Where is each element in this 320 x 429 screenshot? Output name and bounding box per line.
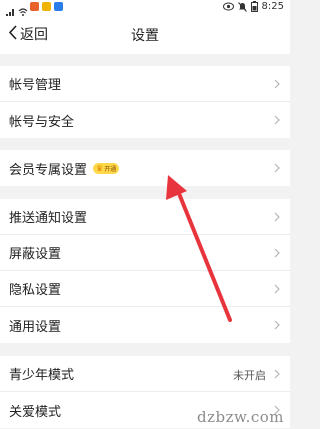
status-right-icons: 8:25 (222, 1, 284, 12)
chevron-right-icon (274, 368, 280, 383)
settings-item-label: 推送通知设置 (9, 211, 88, 226)
preferences-section: 推送通知设置 屏蔽设置 隐私设置 通用设置 (0, 199, 290, 343)
settings-item-privacy[interactable]: 隐私设置 (0, 271, 290, 307)
mute-icon (237, 1, 247, 12)
settings-item-account-management[interactable]: 帐号管理 (0, 66, 290, 102)
settings-item-label: 屏蔽设置 (9, 247, 62, 262)
crown-icon: ♛ (96, 163, 104, 173)
settings-item-label: 帐号管理 (9, 78, 62, 93)
badge-label: 开通 (104, 165, 117, 173)
account-section: 帐号管理 帐号与安全 (0, 66, 290, 138)
chevron-right-icon (274, 283, 280, 298)
chevron-right-icon (274, 162, 280, 177)
battery-icon (250, 1, 258, 12)
teen-mode-status: 未开启 (233, 369, 266, 382)
app-notification-icon (30, 2, 39, 11)
settings-item-label: 青少年模式 (9, 368, 75, 383)
signal-icon (6, 2, 15, 17)
watermark-text: dzbzw.com (197, 408, 284, 426)
status-left-icons (6, 2, 63, 17)
settings-item-label: 会员专属设置 (9, 162, 88, 178)
open-badge[interactable]: ♛ 开通 (93, 162, 120, 174)
settings-item-account-security[interactable]: 帐号与安全 (0, 102, 290, 138)
settings-item-push[interactable]: 推送通知设置 (0, 199, 290, 235)
wifi-icon (18, 2, 28, 16)
chevron-right-icon (274, 114, 280, 129)
settings-item-label: 关爱模式 (9, 404, 62, 420)
settings-item-label: 通用设置 (9, 319, 62, 335)
nav-header: 返回 设置 (0, 16, 290, 54)
settings-item-general[interactable]: 通用设置 (0, 307, 290, 343)
page-title: 设置 (131, 28, 159, 44)
settings-item-label: 隐私设置 (9, 283, 62, 298)
eye-icon (222, 2, 234, 11)
chevron-right-icon (274, 319, 280, 334)
chevron-right-icon (274, 211, 280, 226)
settings-item-teen-mode[interactable]: 青少年模式 未开启 (0, 356, 290, 392)
status-bar: 8:25 (0, 0, 290, 17)
status-time: 8:25 (261, 1, 284, 12)
settings-item-label: 帐号与安全 (9, 114, 75, 130)
settings-item-block[interactable]: 屏蔽设置 (0, 235, 290, 271)
app-notification-icon (42, 2, 51, 11)
chevron-right-icon (274, 78, 280, 93)
settings-item-member[interactable]: 会员专属设置 ♛ 开通 (0, 150, 290, 186)
member-section: 会员专属设置 ♛ 开通 (0, 150, 290, 186)
app-notification-icon (54, 2, 63, 11)
chevron-right-icon (274, 247, 280, 262)
